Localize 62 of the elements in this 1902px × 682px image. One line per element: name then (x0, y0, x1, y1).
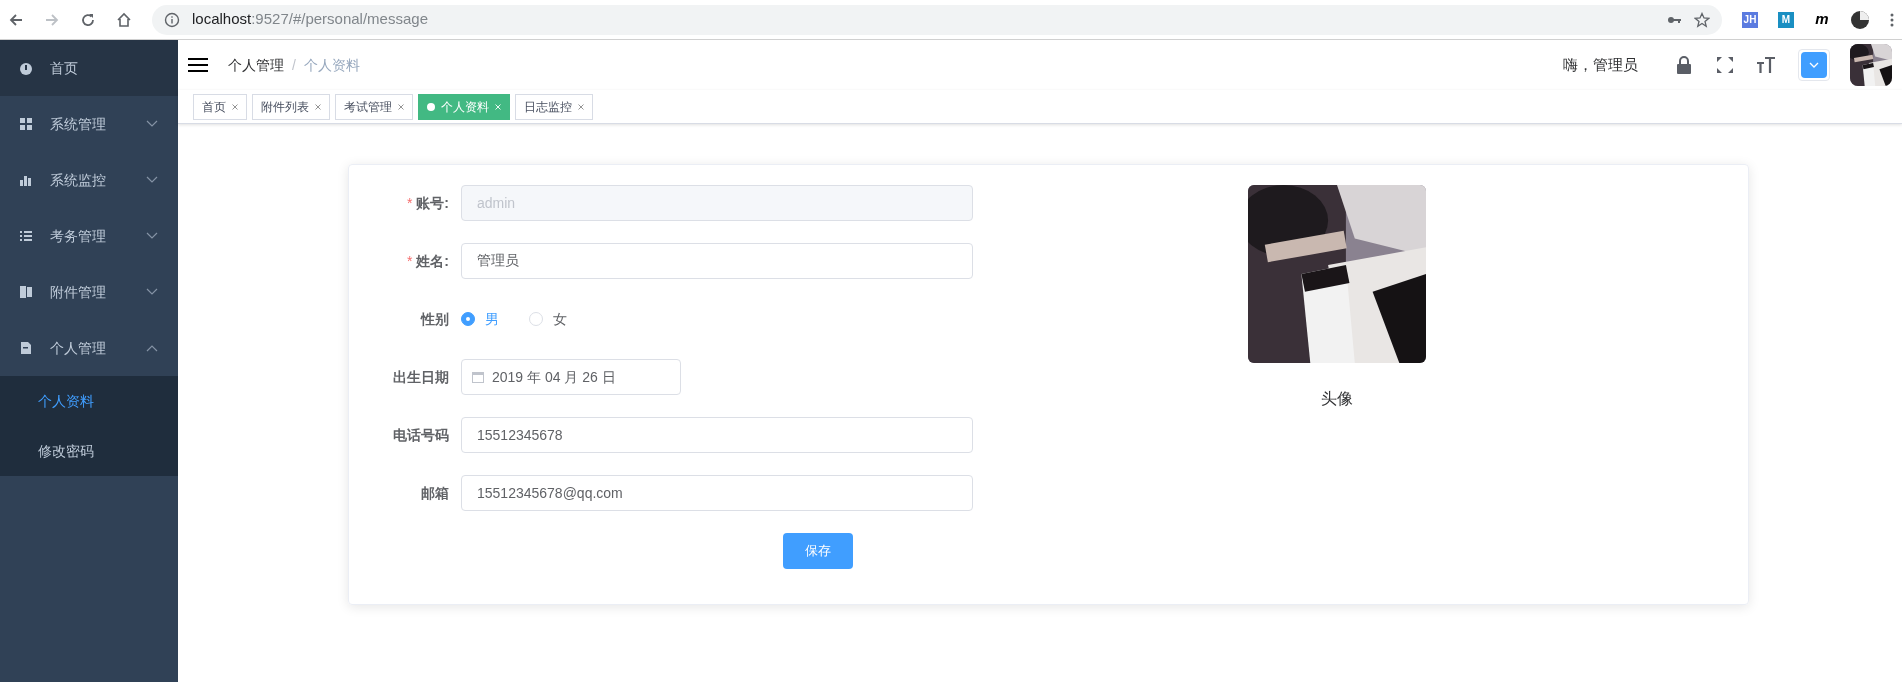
chevron-down-icon (1809, 62, 1819, 68)
home-icon[interactable] (116, 11, 132, 28)
close-icon[interactable] (578, 103, 584, 110)
document-icon (18, 340, 34, 356)
extension-icon[interactable]: JH (1742, 11, 1758, 28)
url-text: localhost:9527/#/personal/message (192, 9, 429, 30)
chevron-down-icon (146, 176, 158, 184)
sidebar-item[interactable]: 个人管理 (0, 320, 178, 376)
sidebar-item[interactable]: 附件管理 (0, 264, 178, 320)
address-bar[interactable]: localhost:9527/#/personal/message (152, 4, 1722, 35)
star-icon[interactable] (1694, 11, 1710, 28)
calendar-icon (472, 371, 484, 383)
greeting-text: 嗨，管理员 (1563, 54, 1638, 75)
tab[interactable]: 日志监控 (515, 93, 593, 120)
avatar-icon[interactable] (1850, 9, 1870, 30)
sidebar-item[interactable]: 首页 (0, 40, 178, 96)
book-icon (18, 284, 34, 300)
dashboard-icon (18, 60, 34, 76)
field-label: 出生日期 (393, 367, 449, 387)
date-picker[interactable]: 2019 年 04 月 26 日 (461, 359, 681, 395)
tab[interactable]: 附件列表 (252, 93, 330, 120)
close-icon[interactable] (232, 103, 238, 110)
submenu-item[interactable]: 个人资料 (0, 376, 178, 426)
dropdown-button[interactable] (1798, 49, 1830, 81)
radio-option[interactable]: 女 (529, 308, 567, 330)
field-label: 电话号码 (393, 425, 449, 445)
close-icon[interactable] (398, 103, 404, 110)
chevron-down-icon (146, 232, 158, 240)
avatar-caption: 头像 (1320, 389, 1353, 409)
sidebar-item[interactable]: 系统管理 (0, 96, 178, 152)
required-mark: * (406, 251, 413, 271)
sidebar-item[interactable]: 系统监控 (0, 152, 178, 208)
menu-icon[interactable] (188, 57, 208, 73)
lock-icon[interactable] (1676, 56, 1692, 74)
input-field[interactable]: 15512345678@qq.com (461, 475, 973, 511)
tab[interactable]: 考试管理 (335, 93, 413, 120)
chevron-down-icon (146, 120, 158, 128)
info-icon[interactable] (164, 11, 180, 28)
required-mark: * (406, 193, 413, 213)
back-icon[interactable] (8, 11, 24, 28)
field-label: 邮箱 (421, 483, 449, 503)
chevron-down-icon (146, 288, 158, 296)
tab[interactable]: 首页 (193, 93, 247, 120)
reload-icon[interactable] (80, 11, 96, 28)
grid-icon (18, 116, 34, 132)
sidebar-item[interactable]: 考务管理 (0, 208, 178, 264)
breadcrumb-item: 个人资料 (303, 55, 360, 75)
breadcrumb-separator: / (292, 55, 296, 75)
chevron-up-icon (146, 344, 158, 352)
more-icon[interactable] (1890, 11, 1894, 28)
input-field[interactable]: 15512345678 (461, 417, 973, 453)
list-icon (18, 228, 34, 244)
submenu-item[interactable]: 修改密码 (0, 426, 178, 476)
extension-icon[interactable]: M (1778, 11, 1794, 28)
breadcrumb-item[interactable]: 个人管理 (228, 54, 284, 76)
font-size-icon[interactable] (1756, 56, 1776, 74)
field-label: 性别 (421, 309, 449, 329)
field-label: 账号: (416, 193, 449, 213)
close-icon[interactable] (315, 103, 321, 110)
fullscreen-icon[interactable] (1716, 56, 1734, 74)
input-field[interactable]: 管理员 (461, 243, 973, 279)
field-label: 姓名: (416, 251, 449, 271)
